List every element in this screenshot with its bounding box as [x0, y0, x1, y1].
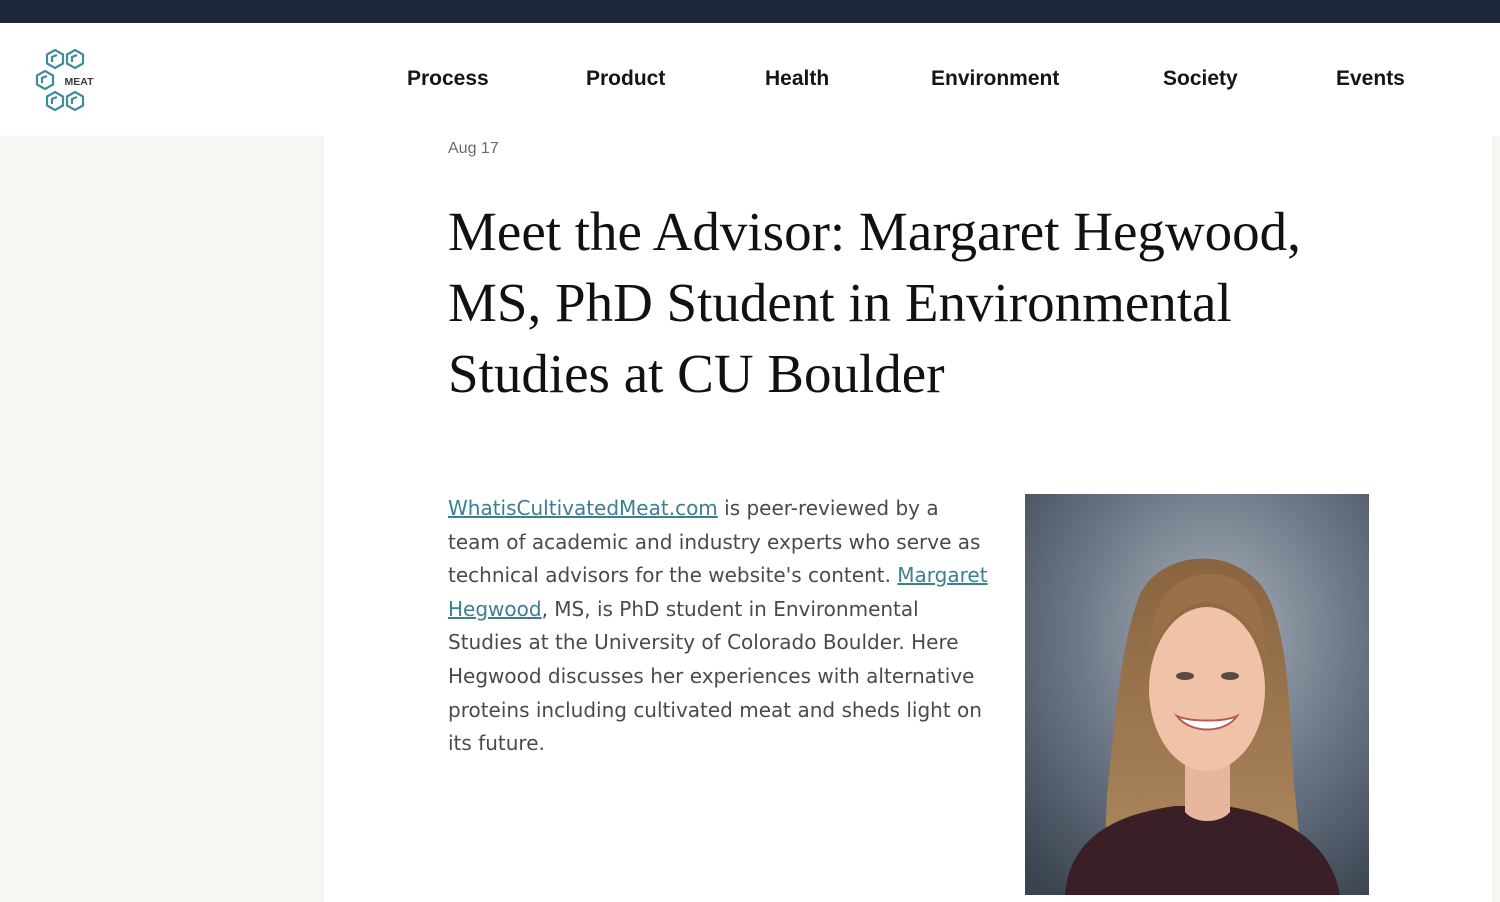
left-sidebar-area: [0, 136, 324, 902]
article-title: Meet the Advisor: Margaret Hegwood, MS, …: [448, 201, 1301, 404]
nav-product[interactable]: Product: [586, 67, 665, 91]
right-margin-area: [1492, 136, 1500, 902]
nav-events[interactable]: Events: [1336, 67, 1405, 91]
site-link[interactable]: WhatisCultivatedMeat.com: [448, 496, 718, 520]
nav-environment[interactable]: Environment: [931, 67, 1059, 91]
nav-process[interactable]: Process: [407, 67, 489, 91]
main-nav: Process Product Health Environment Socie…: [0, 23, 1500, 136]
advisor-portrait-photo: [1025, 494, 1369, 895]
portrait-image: [1025, 494, 1369, 895]
nav-society[interactable]: Society: [1163, 67, 1238, 91]
article-content: Aug 17 Meet the Advisor: Margaret Hegwoo…: [324, 136, 1492, 902]
article-intro: WhatisCultivatedMeat.com is peer-reviewe…: [448, 492, 988, 761]
site-header: MEAT Process Product Health Environment …: [0, 23, 1500, 136]
post-date: Aug 17: [448, 140, 499, 157]
nav-health[interactable]: Health: [765, 67, 829, 91]
top-strip: [0, 0, 1500, 23]
